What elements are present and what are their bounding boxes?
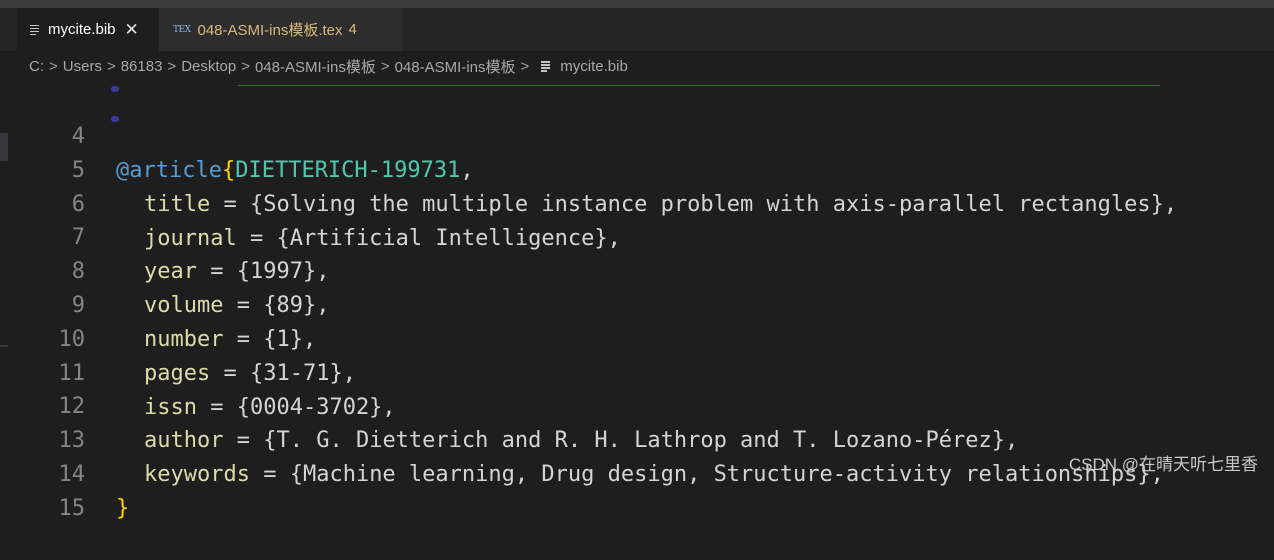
file-lines-icon [540, 60, 552, 72]
title-bar-strip [0, 0, 1274, 8]
chevron-right-icon: > [49, 57, 58, 75]
code-line-7: 7 year = {1997}, [0, 187, 1274, 284]
line-number: 15 [58, 496, 86, 521]
tex-icon: TEX [173, 24, 191, 35]
tab-bar: mycite.bib ✕ TEX 048-ASMI-ins模板.tex 4 [0, 8, 1274, 51]
code-line-11: 11 issn = {0004-3702}, [0, 323, 1274, 420]
code-editor[interactable]: 4 @article{DIETTERICH-199731, 5 title = … [0, 86, 1274, 521]
breadcrumb-drive[interactable]: C: [29, 58, 44, 75]
close-icon[interactable]: ✕ [125, 21, 139, 38]
breadcrumb-subfolder[interactable]: 048-ASMI-ins模板 [395, 56, 516, 77]
watermark: CSDN @在晴天听七里香 [1068, 455, 1258, 474]
breadcrumb-project-folder[interactable]: 048-ASMI-ins模板 [255, 56, 376, 77]
breadcrumb: C: > Users > 86183 > Desktop > 048-ASMI-… [0, 51, 1274, 81]
chevron-right-icon: > [241, 57, 250, 75]
code-line-13: 13 keywords = {Machine learning, Drug de… [0, 390, 1274, 487]
code-line-5: 5 title = {Solving the multiple instance… [0, 120, 1274, 217]
breadcrumb-user-folder[interactable]: 86183 [121, 58, 163, 75]
chevron-right-icon: > [167, 57, 177, 75]
breadcrumb-users[interactable]: Users [63, 58, 102, 75]
tab-label: mycite.bib [48, 21, 116, 38]
code-line-6: 6 journal = {Artificial Intelligence}, [0, 154, 1274, 251]
code-line-4: 4 @article{DIETTERICH-199731, [0, 86, 1274, 183]
code-line-9: 9 number = {1}, [0, 255, 1274, 352]
problem-count-badge: 4 [348, 21, 357, 38]
close-brace: } [116, 496, 130, 521]
breadcrumb-desktop[interactable]: Desktop [181, 58, 236, 75]
breadcrumb-file[interactable]: mycite.bib [560, 58, 628, 75]
tab-asmi-tex[interactable]: TEX 048-ASMI-ins模板.tex 4 [159, 8, 403, 51]
file-lines-icon [29, 24, 41, 36]
code-line-12: 12 author = {T. G. Dietterich and R. H. … [0, 356, 1274, 453]
chevron-right-icon: > [380, 57, 390, 75]
tab-mycite-bib[interactable]: mycite.bib ✕ [17, 8, 159, 51]
code-line-8: 8 volume = {89}, [0, 221, 1274, 318]
code-line-10: 10 pages = {31-71}, [0, 289, 1274, 386]
tab-label: 048-ASMI-ins模板.tex [197, 22, 343, 39]
chevron-right-icon: > [520, 57, 530, 75]
chevron-right-icon: > [106, 57, 116, 75]
